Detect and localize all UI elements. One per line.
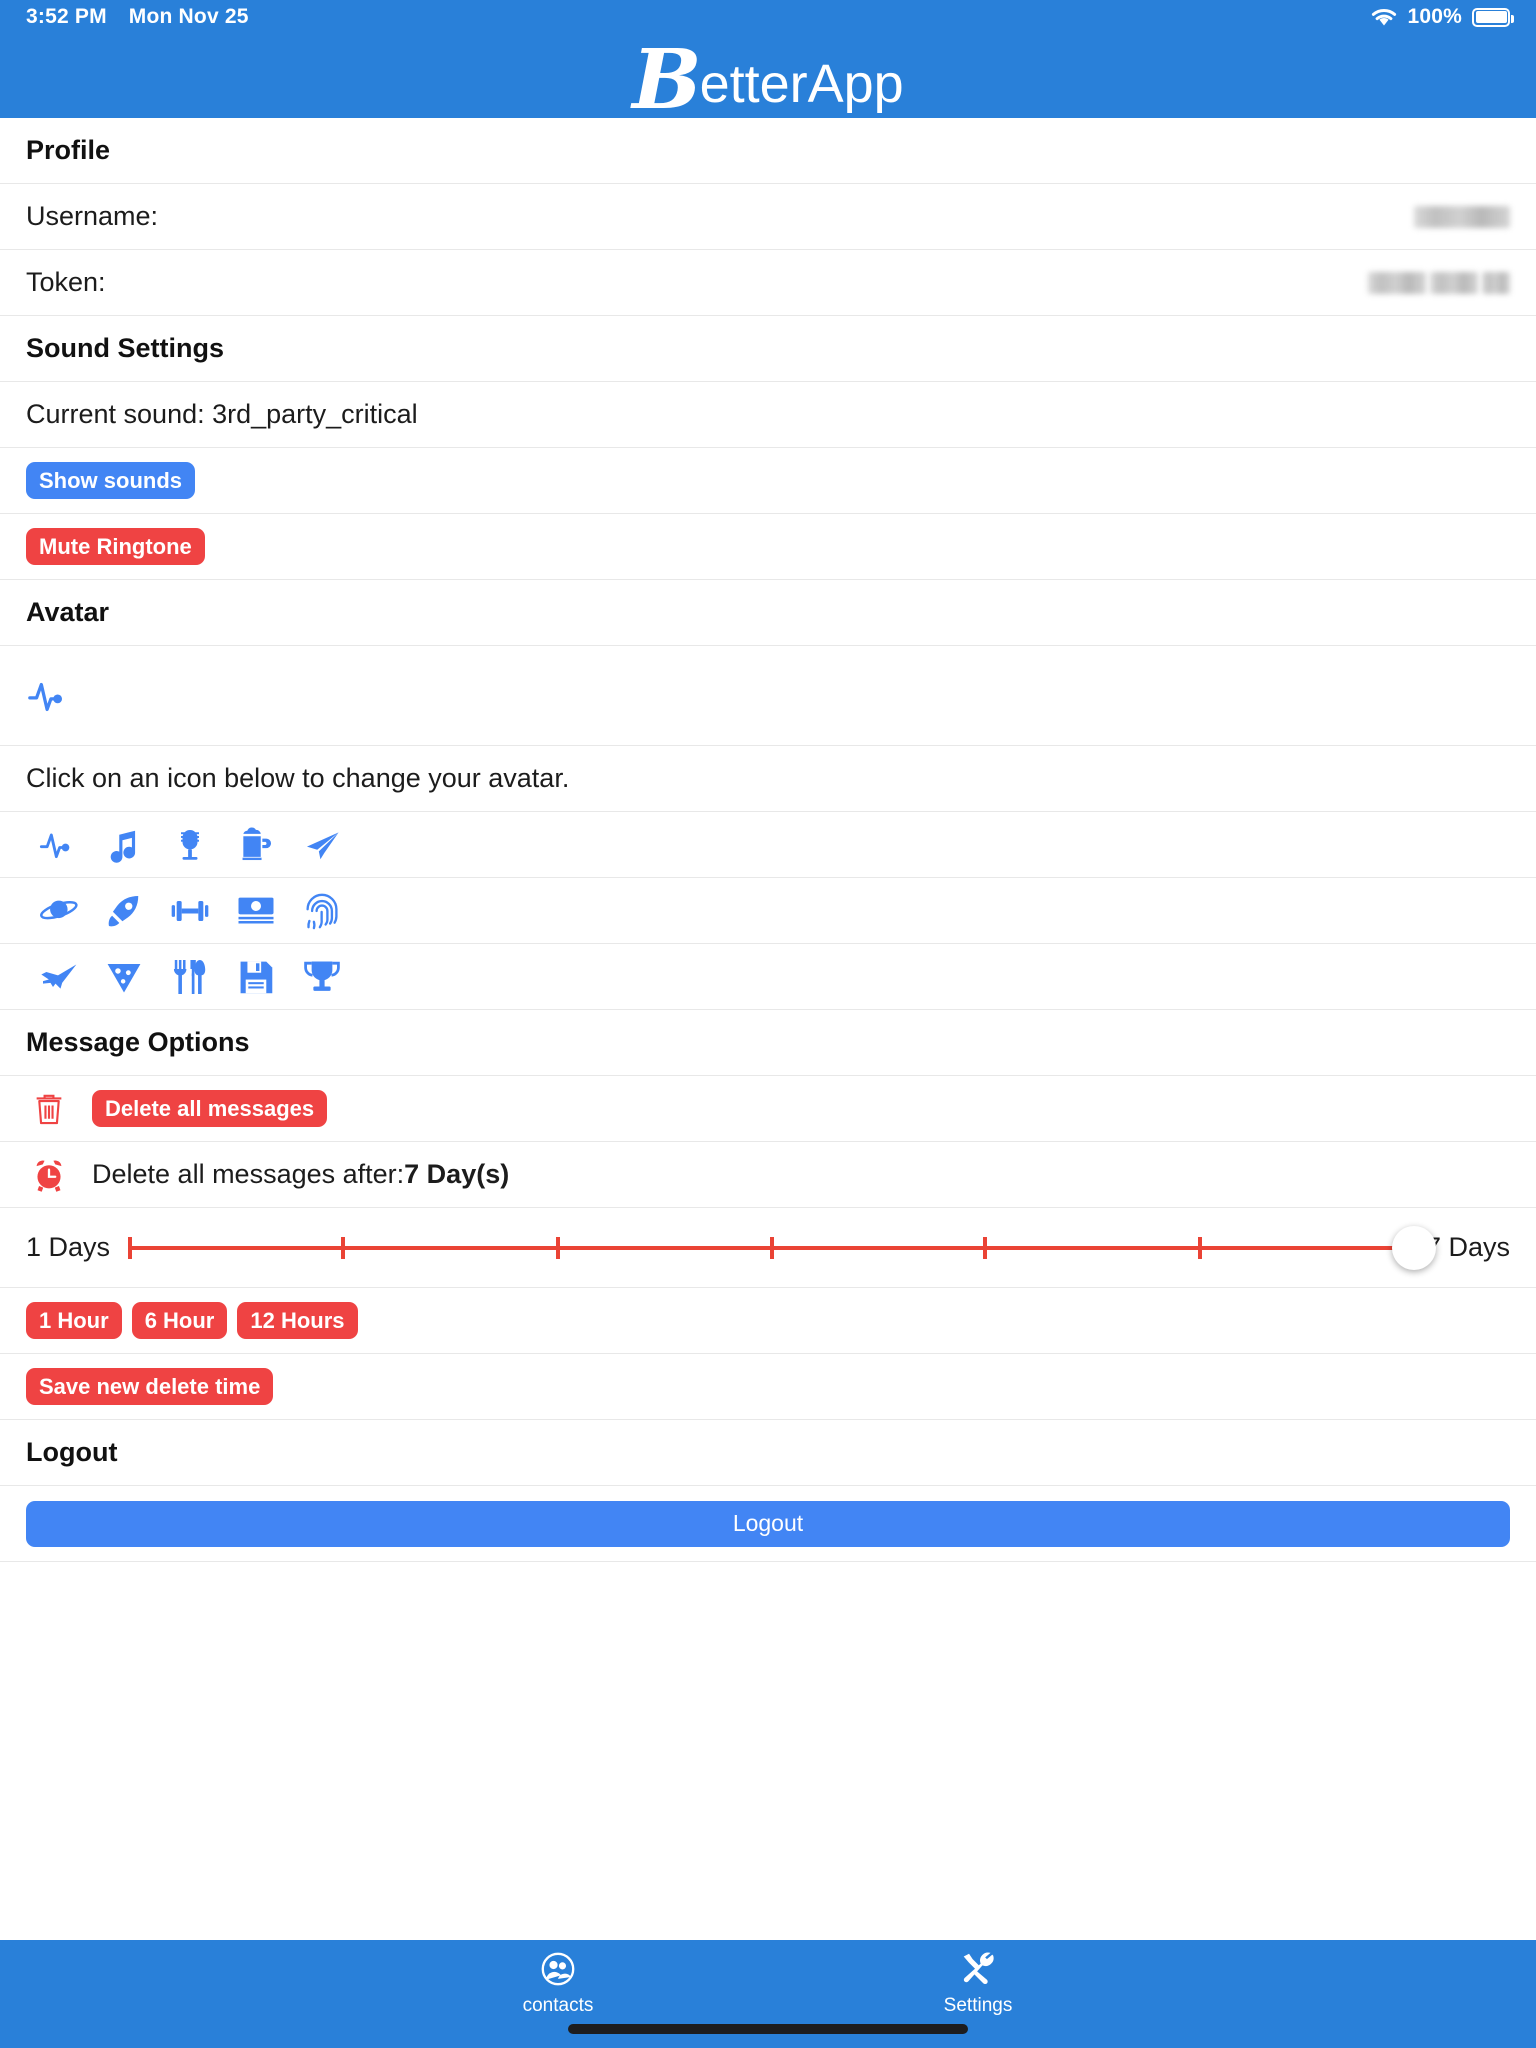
row-quick-delete-times: 1 Hour 6 Hour 12 Hours: [0, 1288, 1536, 1354]
pizza-slice-icon[interactable]: [92, 951, 156, 1003]
token-label: Token:: [26, 267, 106, 297]
row-avatar-instruction: Click on an icon below to change your av…: [0, 746, 1536, 812]
row-logout-button: Logout: [0, 1486, 1536, 1562]
username-value-redacted: [1414, 205, 1510, 228]
money-bill-icon[interactable]: [224, 885, 288, 937]
planet-saturn-icon[interactable]: [26, 885, 90, 937]
row-mute-ringtone: Mute Ringtone: [0, 514, 1536, 580]
slider-tick: [555, 1236, 560, 1259]
tab-contacts[interactable]: contacts: [483, 1952, 633, 2017]
slider-thumb[interactable]: [1391, 1225, 1436, 1270]
fighter-jet-icon[interactable]: [26, 951, 90, 1003]
tab-contacts-label: contacts: [522, 1995, 594, 2016]
wifi-icon: [1371, 7, 1397, 27]
music-note-icon[interactable]: [92, 819, 156, 871]
settings-content: Profile Username: Token: Sound Settings …: [0, 118, 1536, 1940]
delete-after-value: 7 Day(s): [404, 1159, 510, 1189]
dumbbell-icon[interactable]: [158, 885, 222, 937]
save-new-delete-time-button[interactable]: Save new delete time: [26, 1367, 274, 1406]
battery-full-icon: [1472, 7, 1514, 27]
slider-tick: [341, 1236, 346, 1259]
row-delete-all-messages: Delete all messages: [0, 1076, 1536, 1142]
home-indicator: [568, 2024, 968, 2034]
app-logo-initial: B: [632, 32, 702, 128]
slider-tick: [983, 1236, 988, 1259]
row-token: Token:: [0, 250, 1536, 316]
slider-tick: [770, 1236, 774, 1259]
token-value-redacted: [1368, 271, 1510, 294]
row-save-delete-time: Save new delete time: [0, 1354, 1536, 1420]
status-bar-date: Mon Nov 25: [128, 5, 249, 28]
row-delete-time-slider: 1 Days 7 Days: [0, 1208, 1536, 1288]
section-header-avatar: Avatar: [0, 580, 1536, 646]
activity-pulse-icon: [26, 673, 72, 719]
activity-pulse-icon[interactable]: [26, 819, 90, 871]
slider-min-label: 1 Days: [26, 1232, 111, 1262]
trash-icon[interactable]: [26, 1092, 72, 1126]
slider-tick: [1197, 1236, 1202, 1259]
username-label: Username:: [26, 201, 159, 231]
contacts-people-icon: [541, 1952, 575, 1991]
alarm-clock-icon: [26, 1158, 72, 1192]
app-window: 3:52 PM Mon Nov 25 100% BetterApp Profil…: [0, 0, 1536, 2048]
section-header-sound-settings: Sound Settings: [0, 316, 1536, 382]
row-current-avatar: [0, 646, 1536, 746]
mute-ringtone-button[interactable]: Mute Ringtone: [26, 527, 205, 566]
avatar-icon-row-3: [0, 944, 1536, 1010]
tools-settings-icon: [961, 1952, 995, 1991]
row-show-sounds: Show sounds: [0, 448, 1536, 514]
status-bar-left: 3:52 PM Mon Nov 25: [26, 5, 249, 29]
delete-time-slider[interactable]: [128, 1225, 1436, 1270]
section-header-profile: Profile: [0, 118, 1536, 184]
microphone-icon[interactable]: [158, 819, 222, 871]
app-header: BetterApp: [0, 32, 1536, 128]
delete-time-6-hour-button[interactable]: 6 Hour: [131, 1301, 228, 1340]
app-logo-text: etterApp: [699, 54, 904, 114]
profile-title: Profile: [26, 135, 111, 165]
delete-after-prefix: Delete all messages after:: [92, 1159, 405, 1189]
current-sound-text: Current sound: 3rd_party_critical: [26, 399, 418, 429]
rocket-icon[interactable]: [92, 885, 156, 937]
status-bar-time: 3:52 PM: [26, 5, 107, 28]
slider-max-label: 7 Days: [1425, 1232, 1510, 1262]
battery-percent-label: 100%: [1407, 5, 1462, 28]
section-header-message-options: Message Options: [0, 1010, 1536, 1076]
logout-button[interactable]: Logout: [26, 1500, 1510, 1547]
trophy-icon[interactable]: [290, 951, 354, 1003]
beer-mug-icon[interactable]: [224, 819, 288, 871]
paper-plane-icon[interactable]: [290, 819, 354, 871]
cutlery-icon[interactable]: [158, 951, 222, 1003]
delete-after-text: Delete all messages after:7 Day(s): [92, 1159, 509, 1190]
row-current-sound: Current sound: 3rd_party_critical: [0, 382, 1536, 448]
avatar-instruction-text: Click on an icon below to change your av…: [26, 763, 570, 793]
row-delete-after: Delete all messages after:7 Day(s): [0, 1142, 1536, 1208]
tab-settings-label: Settings: [943, 1995, 1013, 2016]
sound-settings-title: Sound Settings: [26, 333, 224, 363]
status-bar-right: 100%: [1371, 5, 1514, 29]
fingerprint-icon[interactable]: [290, 885, 354, 937]
floppy-save-icon[interactable]: [224, 951, 288, 1003]
message-options-title: Message Options: [26, 1027, 250, 1057]
delete-all-messages-button[interactable]: Delete all messages: [92, 1089, 328, 1128]
app-logo: BetterApp: [632, 32, 904, 128]
avatar-title: Avatar: [26, 597, 110, 627]
bottom-tab-bar: contacts Settings: [0, 1940, 1536, 2048]
slider-tick: [128, 1236, 133, 1259]
section-header-logout: Logout: [0, 1420, 1536, 1486]
avatar-icon-row-2: [0, 878, 1536, 944]
logout-title: Logout: [26, 1437, 118, 1467]
avatar-icon-row-1: [0, 812, 1536, 878]
tab-settings[interactable]: Settings: [903, 1952, 1053, 2017]
row-username: Username:: [0, 184, 1536, 250]
delete-time-1-hour-button[interactable]: 1 Hour: [26, 1301, 122, 1340]
show-sounds-button[interactable]: Show sounds: [26, 461, 195, 500]
delete-time-12-hours-button[interactable]: 12 Hours: [237, 1301, 358, 1340]
status-bar: 3:52 PM Mon Nov 25 100%: [0, 0, 1536, 34]
